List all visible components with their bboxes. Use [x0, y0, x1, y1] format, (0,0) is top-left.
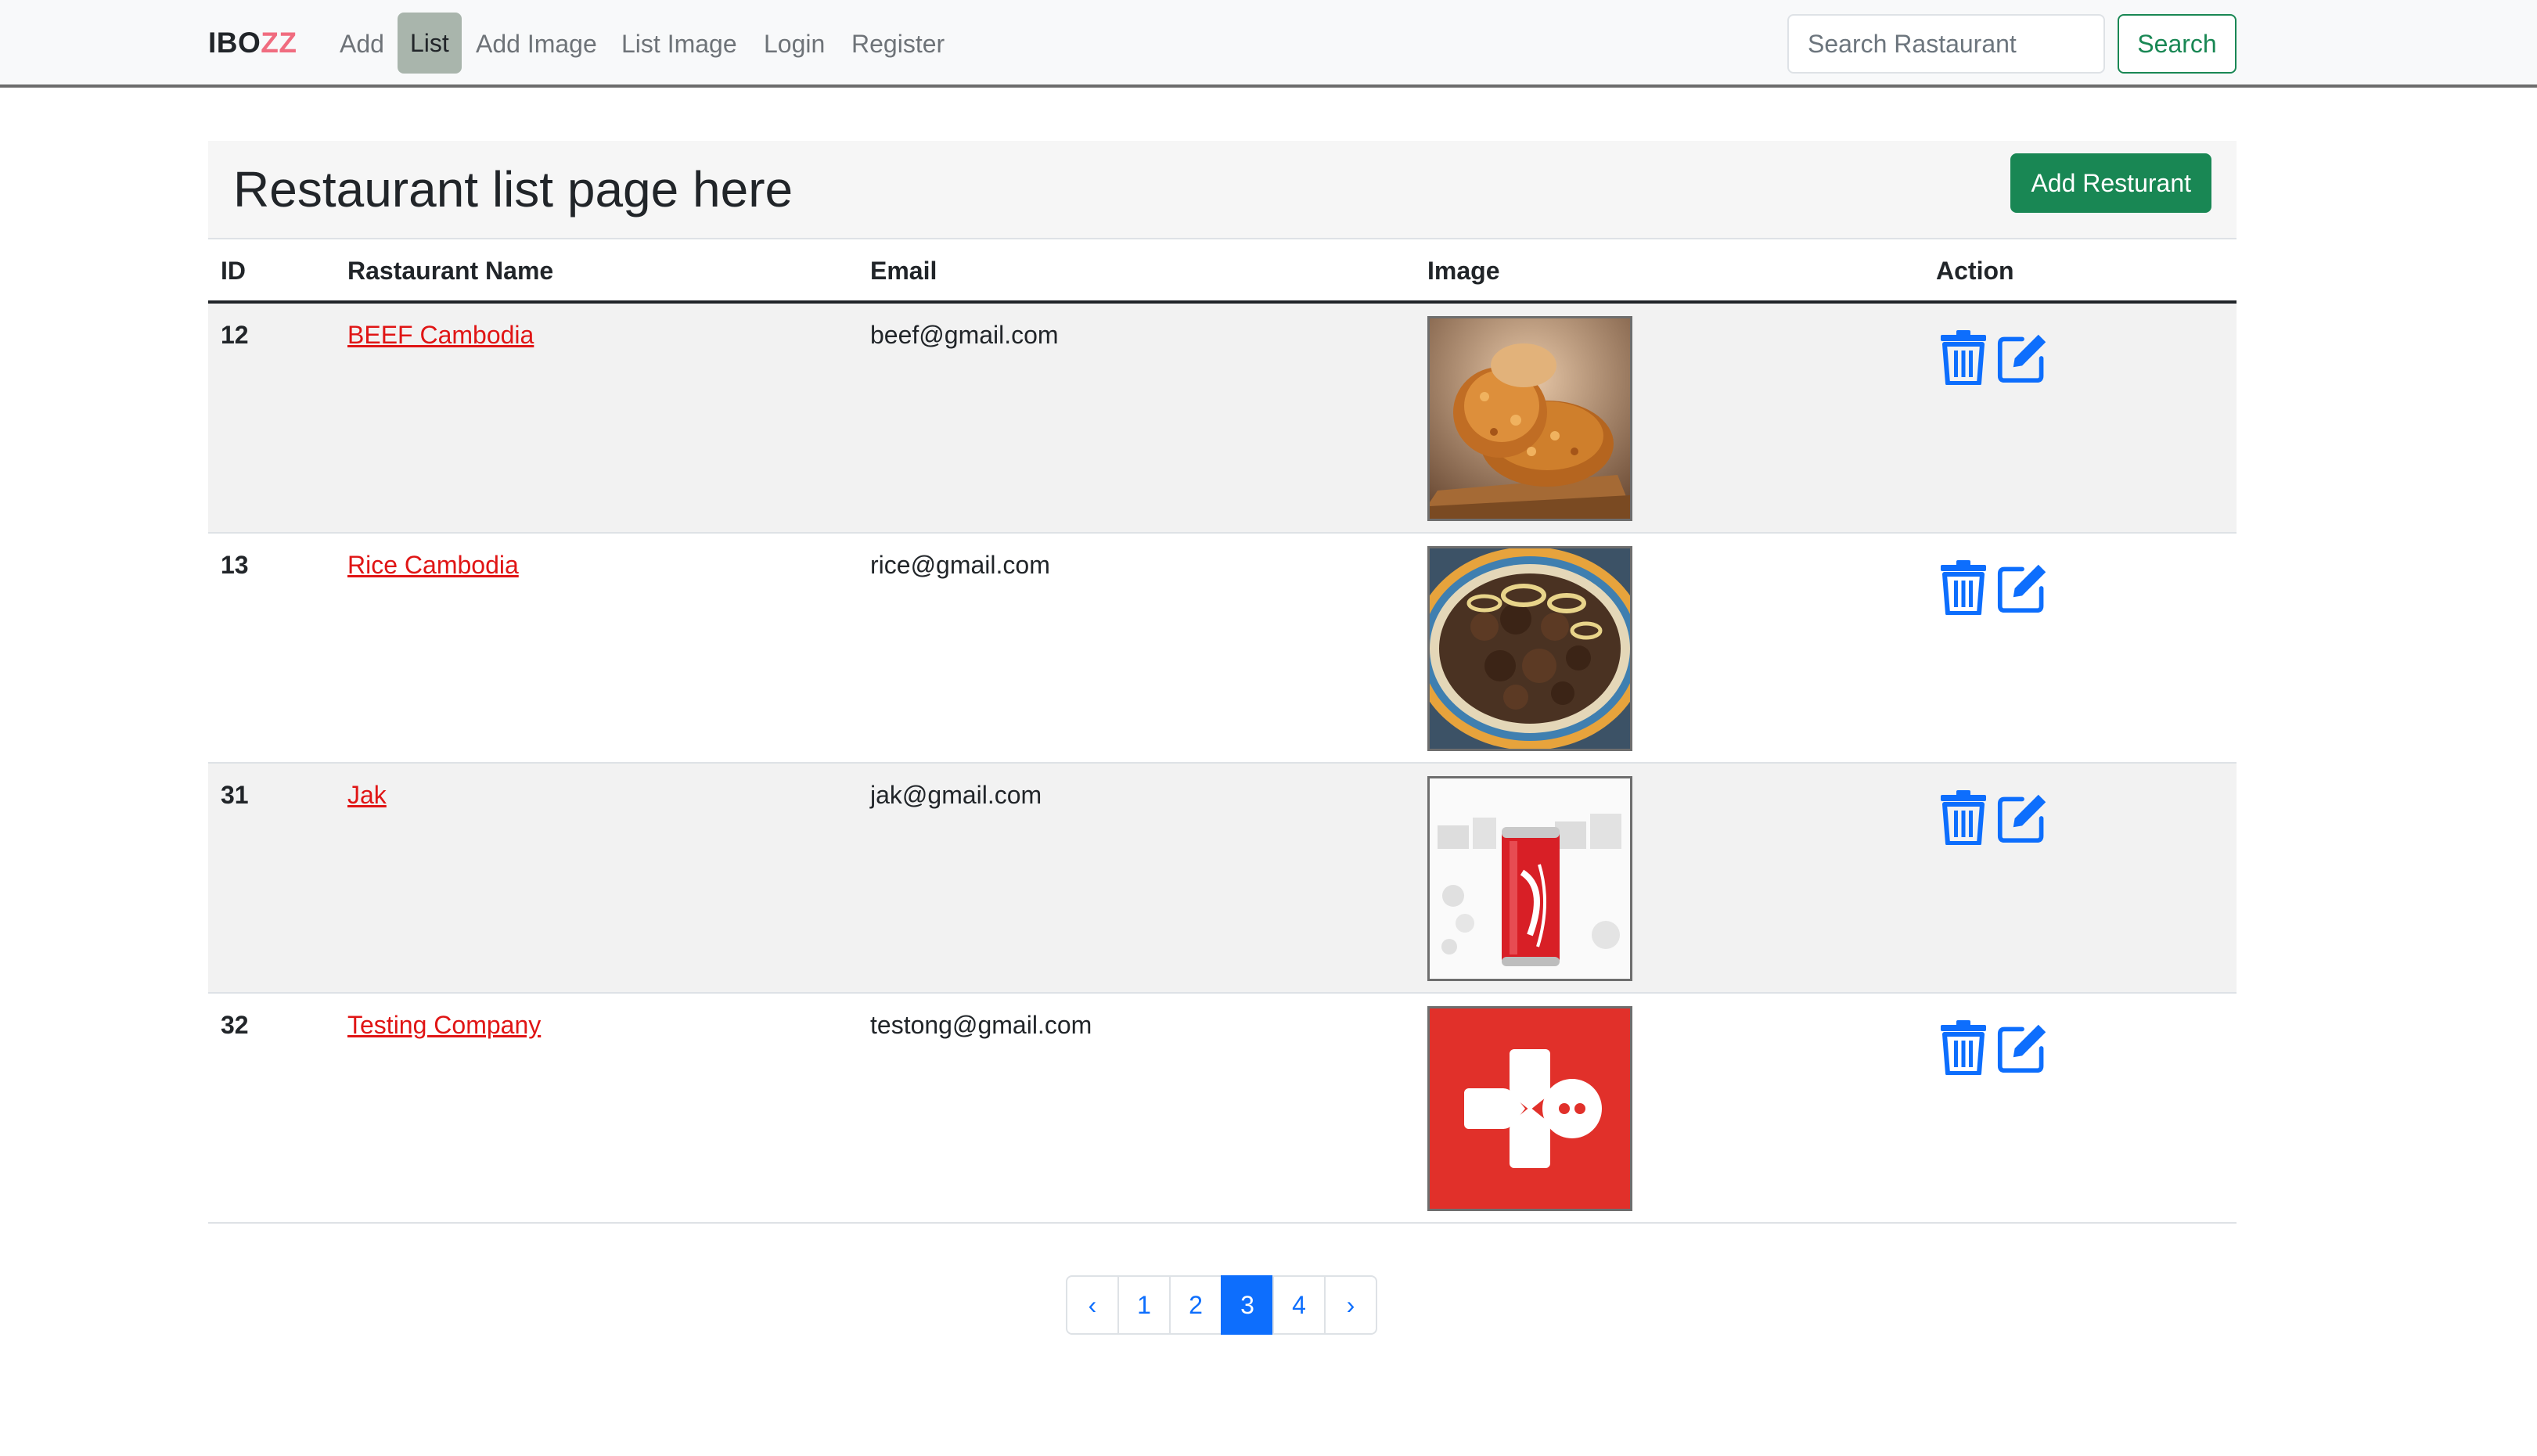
- row-id: 12: [221, 321, 249, 349]
- column-header-id: ID: [221, 257, 246, 285]
- brand-logo[interactable]: IBOZZ: [208, 27, 297, 59]
- column-header-image: Image: [1427, 257, 1500, 285]
- row-name-cell: Rice Cambodia: [347, 551, 519, 580]
- row-email: beef@gmail.com: [870, 321, 1059, 349]
- soda-can-image: [1427, 776, 1632, 981]
- row-email: testong@gmail.com: [870, 1011, 1092, 1039]
- game-logo-drawing: [1430, 1008, 1630, 1209]
- fried-chicken-drawing: [1430, 318, 1630, 519]
- game-logo-image: [1427, 1006, 1632, 1211]
- restaurant-name-link[interactable]: Jak: [347, 781, 387, 809]
- restaurant-name-link[interactable]: Rice Cambodia: [347, 551, 519, 579]
- row-id: 13: [221, 551, 249, 579]
- pagination-page-1[interactable]: 1: [1117, 1275, 1171, 1335]
- row-email: jak@gmail.com: [870, 781, 1042, 809]
- row-name-cell: BEEF Cambodia: [347, 321, 534, 350]
- row-email: rice@gmail.com: [870, 551, 1050, 579]
- beef-stir-fry-image: [1427, 546, 1632, 751]
- page-header: Restaurant list page here Add Resturant: [208, 141, 2237, 238]
- pagination-prev-button[interactable]: ‹: [1066, 1275, 1119, 1335]
- trash-icon[interactable]: [1938, 1020, 1989, 1075]
- row-id: 31: [221, 781, 249, 809]
- trash-icon[interactable]: [1938, 560, 1989, 615]
- edit-icon[interactable]: [1997, 790, 2049, 845]
- page-title: Restaurant list page here: [233, 161, 793, 218]
- pagination-page-3-current[interactable]: 3: [1221, 1275, 1274, 1335]
- nav-link-register[interactable]: Register: [851, 27, 945, 61]
- nav-link-list[interactable]: List: [398, 13, 462, 74]
- pagination-next-button[interactable]: ›: [1324, 1275, 1377, 1335]
- soda-can-drawing: [1430, 778, 1630, 979]
- fried-chicken-image: [1427, 316, 1632, 521]
- column-header-name: Rastaurant Name: [347, 257, 554, 285]
- nav-link-list-image[interactable]: List Image: [621, 27, 737, 61]
- table-header: ID Rastaurant Name Email Image Action: [208, 238, 2237, 304]
- beef-stir-fry-drawing: [1430, 548, 1630, 749]
- table-row: 32 Testing Company testong@gmail.com: [208, 994, 2237, 1224]
- edit-icon[interactable]: [1997, 560, 2049, 615]
- search-button[interactable]: Search: [2118, 14, 2237, 74]
- column-header-email: Email: [870, 257, 937, 285]
- restaurant-name-link[interactable]: Testing Company: [347, 1011, 541, 1039]
- navbar: IBOZZ Add List Add Image List Image Logi…: [0, 0, 2537, 88]
- row-name-cell: Jak: [347, 781, 387, 810]
- brand-text-dark: IBO: [208, 27, 261, 59]
- table-row: 13 Rice Cambodia rice@gmail.com: [208, 534, 2237, 764]
- brand-text-accent: ZZ: [261, 27, 297, 59]
- edit-icon[interactable]: [1997, 1020, 2049, 1075]
- table-row: 12 BEEF Cambodia beef@gmail.com: [208, 304, 2237, 534]
- pagination-page-4[interactable]: 4: [1272, 1275, 1326, 1335]
- row-id: 32: [221, 1011, 249, 1039]
- nav-link-add[interactable]: Add: [340, 27, 384, 61]
- restaurant-name-link[interactable]: BEEF Cambodia: [347, 321, 534, 349]
- trash-icon[interactable]: [1938, 330, 1989, 385]
- table-row: 31 Jak jak@gmail.com: [208, 764, 2237, 994]
- trash-icon[interactable]: [1938, 790, 1989, 845]
- pagination-page-2[interactable]: 2: [1169, 1275, 1222, 1335]
- edit-icon[interactable]: [1997, 330, 2049, 385]
- nav-link-login[interactable]: Login: [764, 27, 825, 61]
- add-restaurant-button[interactable]: Add Resturant: [2010, 153, 2211, 213]
- restaurant-table: ID Rastaurant Name Email Image Action 12…: [208, 238, 2237, 1224]
- nav-link-add-image[interactable]: Add Image: [476, 27, 597, 61]
- row-name-cell: Testing Company: [347, 1011, 541, 1040]
- search-input[interactable]: [1787, 14, 2105, 74]
- column-header-action: Action: [1936, 257, 2014, 285]
- pagination: ‹ 1 2 3 4 ›: [1066, 1275, 1377, 1335]
